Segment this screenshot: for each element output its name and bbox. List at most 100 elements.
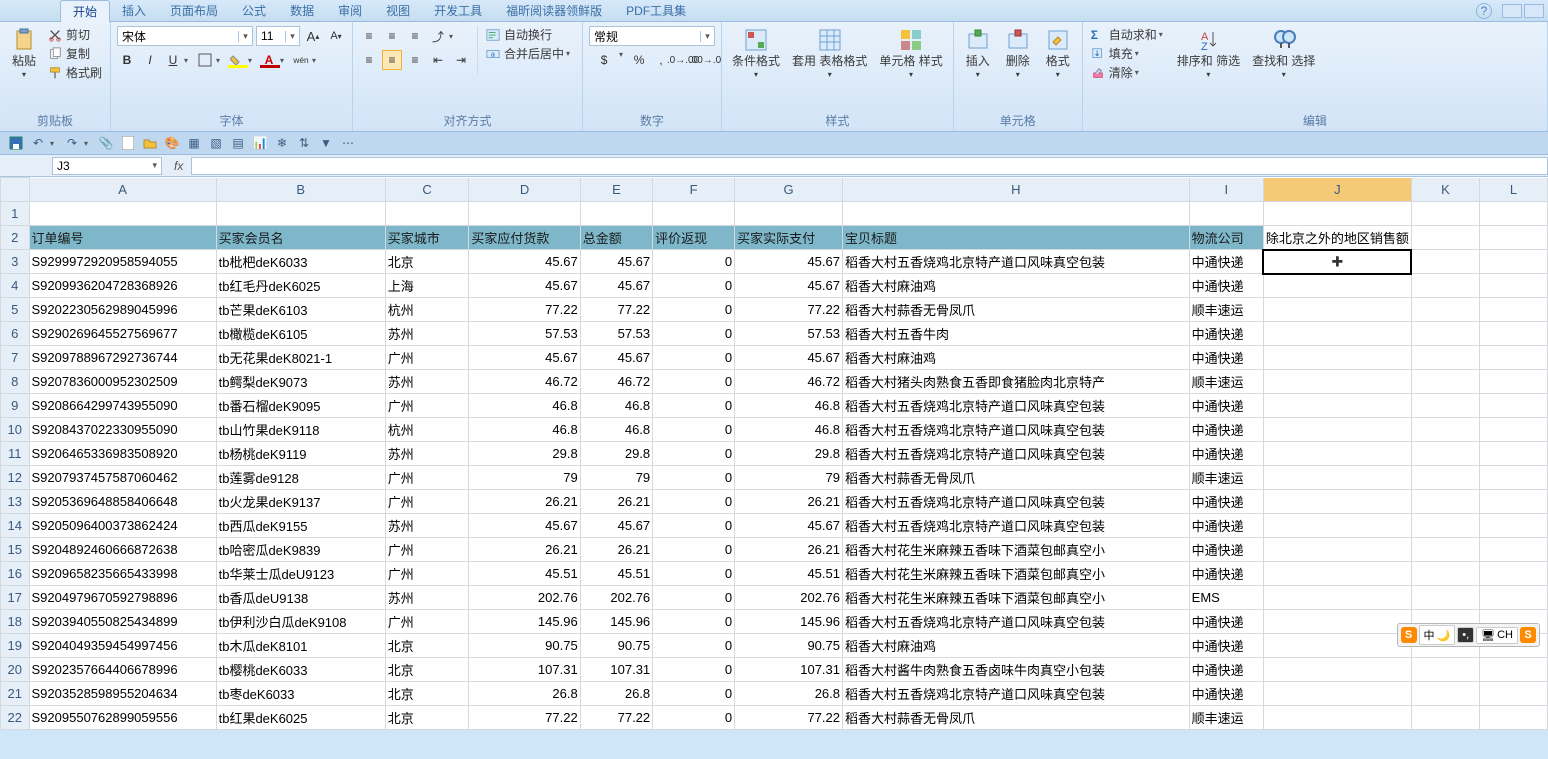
cell[interactable] xyxy=(1411,658,1479,682)
cell[interactable]: 29.8 xyxy=(735,442,843,466)
ribbon-tab[interactable]: 福昕阅读器领鲜版 xyxy=(494,0,614,22)
cell[interactable]: 0 xyxy=(653,370,735,394)
cell[interactable]: S9208437022330955090 xyxy=(29,418,216,442)
merge-center-button[interactable]: a合并后居中▾ xyxy=(484,45,576,62)
ribbon-tab[interactable]: 审阅 xyxy=(326,0,374,22)
cell[interactable] xyxy=(216,202,385,226)
cell[interactable] xyxy=(1480,418,1548,442)
cell[interactable]: 顺丰速运 xyxy=(1189,298,1263,322)
cell[interactable]: 中通快递 xyxy=(1189,514,1263,538)
header-cell[interactable]: 买家应付货款 xyxy=(469,226,580,250)
cell[interactable] xyxy=(1411,370,1479,394)
cell[interactable]: 202.76 xyxy=(469,586,580,610)
cell[interactable]: 0 xyxy=(653,346,735,370)
cell[interactable]: 202.76 xyxy=(580,586,652,610)
cell[interactable] xyxy=(1263,634,1411,658)
cell[interactable]: 广州 xyxy=(385,610,469,634)
cell[interactable]: 26.21 xyxy=(735,490,843,514)
cell[interactable]: 79 xyxy=(580,466,652,490)
cell[interactable]: tb木瓜deK8101 xyxy=(216,634,385,658)
column-header[interactable]: B xyxy=(216,178,385,202)
cell[interactable]: 稻香大村五香烧鸡北京特产道口风味真空包装 xyxy=(843,490,1190,514)
fill-color-button[interactable] xyxy=(227,50,247,70)
cell[interactable] xyxy=(1480,274,1548,298)
cell[interactable]: 0 xyxy=(653,298,735,322)
save-icon[interactable] xyxy=(8,135,24,151)
cell[interactable]: 107.31 xyxy=(469,658,580,682)
cell[interactable]: 90.75 xyxy=(580,634,652,658)
cell[interactable]: 广州 xyxy=(385,562,469,586)
cell[interactable] xyxy=(1263,658,1411,682)
cell[interactable]: 北京 xyxy=(385,658,469,682)
column-header[interactable]: E xyxy=(580,178,652,202)
cell[interactable]: tb哈密瓜deK9839 xyxy=(216,538,385,562)
cell[interactable]: 广州 xyxy=(385,490,469,514)
cell[interactable] xyxy=(1411,346,1479,370)
cell[interactable]: 中通快递 xyxy=(1189,682,1263,706)
cell[interactable]: tb鳄梨deK9073 xyxy=(216,370,385,394)
cell[interactable] xyxy=(1411,466,1479,490)
undo-icon[interactable]: ↶ xyxy=(30,135,46,151)
cell[interactable]: tb橄榄deK6105 xyxy=(216,322,385,346)
cell[interactable]: 77.22 xyxy=(580,706,652,730)
cell[interactable]: 0 xyxy=(653,250,735,274)
cell[interactable]: 46.8 xyxy=(580,394,652,418)
cell[interactable] xyxy=(1480,322,1548,346)
border-button[interactable] xyxy=(195,50,215,70)
row-header[interactable]: 9 xyxy=(1,394,30,418)
cell[interactable]: tb香瓜deU9138 xyxy=(216,586,385,610)
increase-font-button[interactable]: A▴ xyxy=(303,26,323,46)
cell[interactable]: tb樱桃deK6033 xyxy=(216,658,385,682)
cell[interactable] xyxy=(1411,490,1479,514)
sort-filter-button[interactable]: AZ排序和 筛选▾ xyxy=(1173,26,1244,84)
q-filter-icon[interactable]: ▼ xyxy=(318,135,334,151)
cell[interactable]: 顺丰速运 xyxy=(1189,370,1263,394)
cell[interactable]: 稻香大村蒜香无骨凤爪 xyxy=(843,706,1190,730)
cell[interactable]: 0 xyxy=(653,658,735,682)
cell[interactable] xyxy=(1411,682,1479,706)
find-select-button[interactable]: 查找和 选择▾ xyxy=(1248,26,1319,84)
cell[interactable]: 广州 xyxy=(385,466,469,490)
column-header[interactable]: J xyxy=(1263,178,1411,202)
decrease-font-button[interactable]: A▾ xyxy=(326,26,346,46)
align-center-button[interactable]: ≡ xyxy=(382,50,402,70)
cell[interactable]: 北京 xyxy=(385,706,469,730)
font-name-combo[interactable]: ▾ xyxy=(117,26,253,46)
cell[interactable]: 上海 xyxy=(385,274,469,298)
cell[interactable]: 0 xyxy=(653,322,735,346)
ribbon-tab[interactable]: 公式 xyxy=(230,0,278,22)
cell[interactable]: 中通快递 xyxy=(1189,346,1263,370)
cell[interactable]: tb红果deK6025 xyxy=(216,706,385,730)
cell[interactable]: 46.8 xyxy=(469,418,580,442)
cell[interactable]: tb杨桃deK9119 xyxy=(216,442,385,466)
cell[interactable]: 45.67 xyxy=(735,274,843,298)
q-sort-icon[interactable]: ⇅ xyxy=(296,135,312,151)
fx-icon[interactable]: fx xyxy=(166,159,191,173)
fill-button[interactable]: 填充▾ xyxy=(1089,45,1169,62)
cell[interactable] xyxy=(1263,466,1411,490)
cell[interactable]: S9204892460666872638 xyxy=(29,538,216,562)
cell[interactable]: 79 xyxy=(735,466,843,490)
cell[interactable] xyxy=(1263,394,1411,418)
cell[interactable] xyxy=(1263,610,1411,634)
cell[interactable]: 202.76 xyxy=(735,586,843,610)
cell[interactable]: 45.67 xyxy=(469,274,580,298)
minimize-button[interactable] xyxy=(1502,4,1522,18)
header-cell[interactable] xyxy=(1411,226,1479,250)
cell[interactable] xyxy=(1411,298,1479,322)
bold-button[interactable]: B xyxy=(117,50,137,70)
cell[interactable]: 中通快递 xyxy=(1189,658,1263,682)
cell[interactable]: 0 xyxy=(653,706,735,730)
cell[interactable] xyxy=(1480,202,1548,226)
underline-button[interactable]: U xyxy=(163,50,183,70)
cell[interactable]: EMS xyxy=(1189,586,1263,610)
cell[interactable]: 杭州 xyxy=(385,298,469,322)
cell[interactable]: 稻香大村五香烧鸡北京特产道口风味真空包装 xyxy=(843,442,1190,466)
cell[interactable]: 26.8 xyxy=(735,682,843,706)
cell[interactable] xyxy=(1263,418,1411,442)
cell[interactable]: 46.8 xyxy=(735,418,843,442)
cell[interactable] xyxy=(1480,250,1548,274)
column-header[interactable]: I xyxy=(1189,178,1263,202)
column-header[interactable]: H xyxy=(843,178,1190,202)
italic-button[interactable]: I xyxy=(140,50,160,70)
